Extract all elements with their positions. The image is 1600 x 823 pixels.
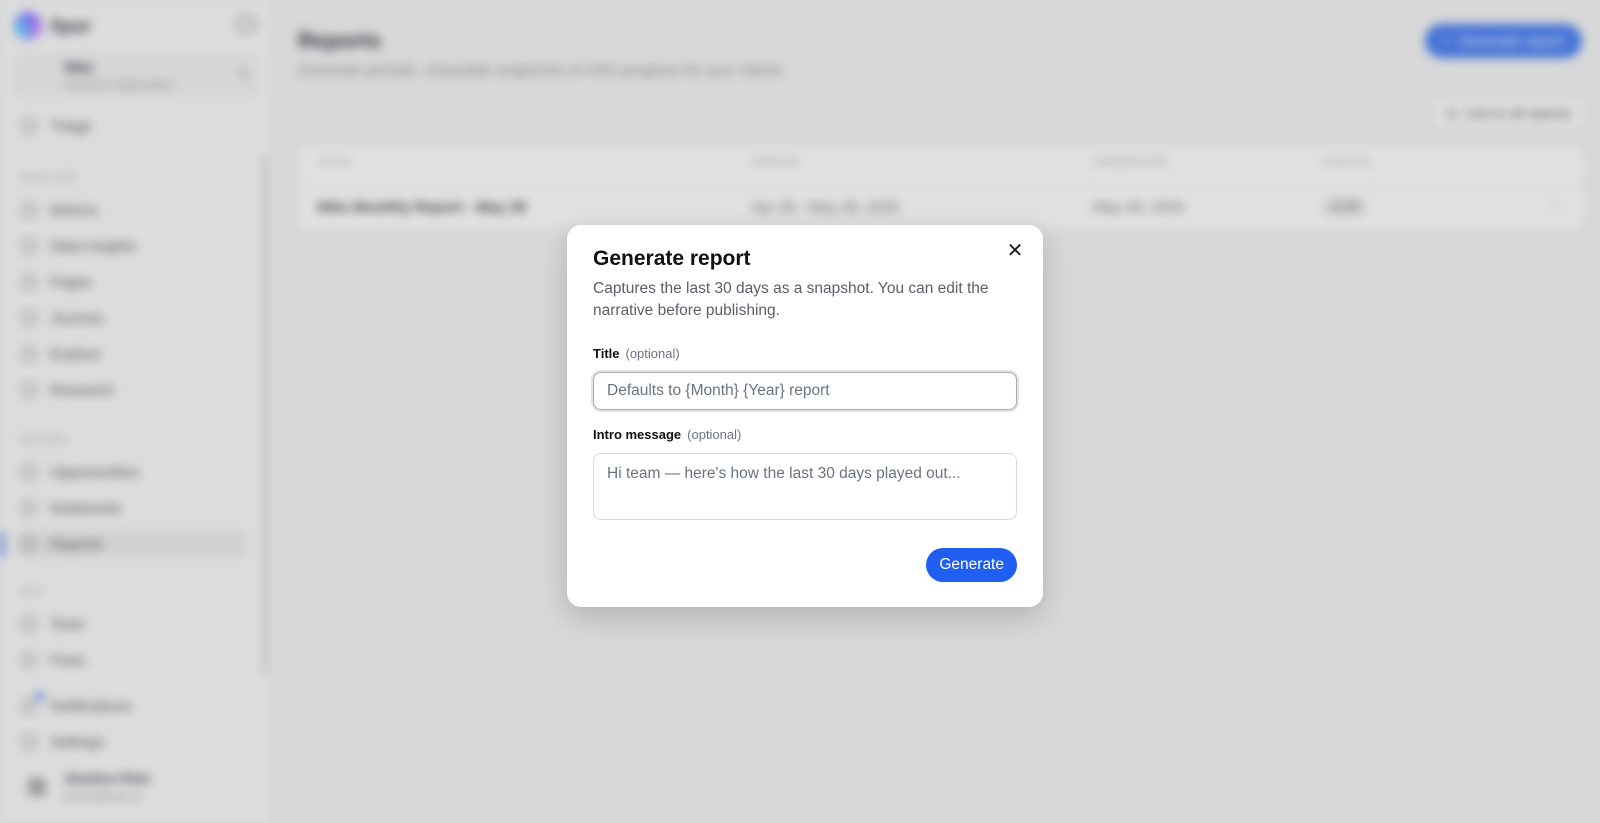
intro-message-input[interactable] [593, 453, 1017, 520]
close-icon[interactable]: ✕ [1003, 239, 1027, 263]
generate-report-modal: ✕ Generate report Captures the last 30 d… [567, 225, 1043, 607]
modal-title: Generate report [593, 247, 751, 270]
label-text: Title [593, 346, 620, 361]
modal-description: Captures the last 30 days as a snapshot.… [593, 280, 989, 319]
title-field-label: Title (optional) [593, 346, 680, 361]
title-input[interactable] [593, 372, 1017, 410]
generate-button[interactable]: Generate [926, 548, 1017, 582]
label-text: Intro message [593, 427, 682, 442]
intro-field-label: Intro message (optional) [593, 427, 741, 442]
optional-hint: (optional) [687, 427, 742, 442]
optional-hint: (optional) [625, 346, 680, 361]
